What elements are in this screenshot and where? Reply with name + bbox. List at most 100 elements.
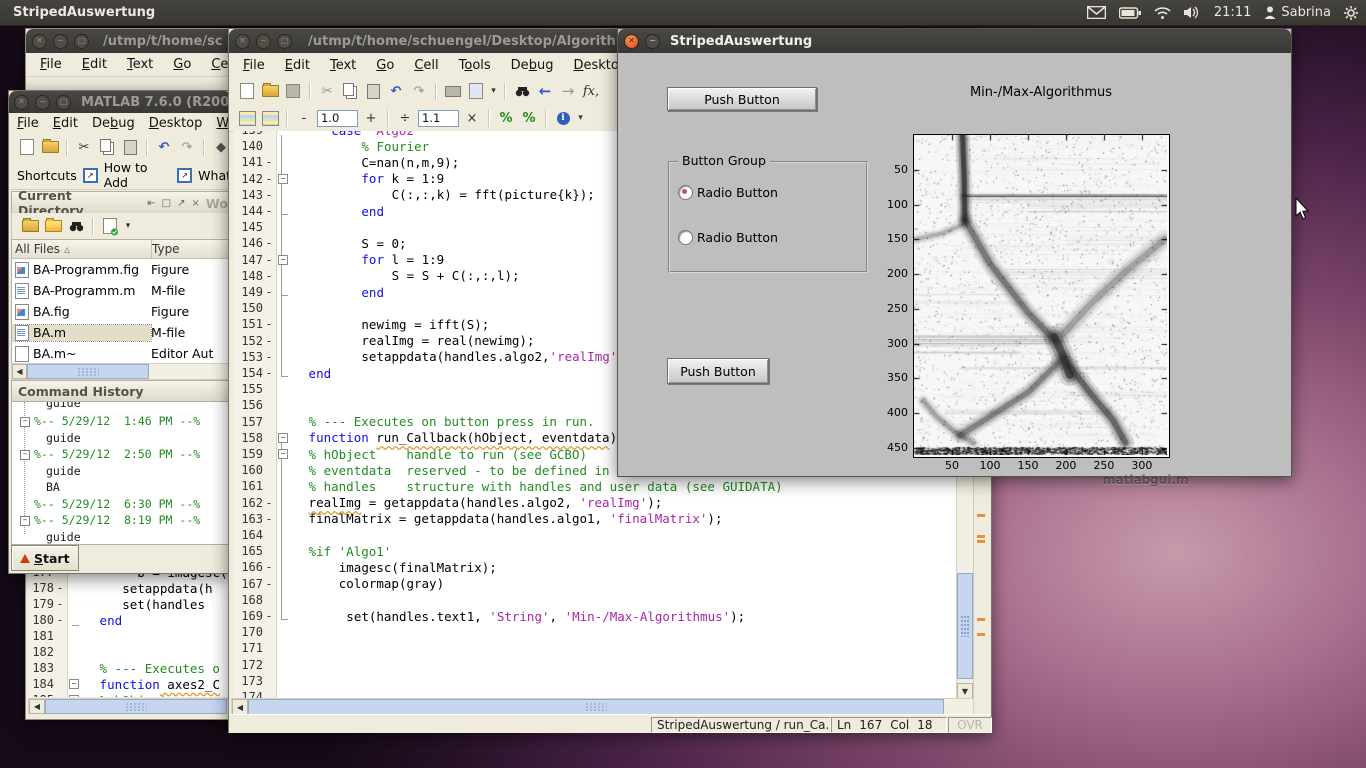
divide-icon[interactable]: ÷ <box>395 109 415 128</box>
paste-icon[interactable] <box>363 82 383 101</box>
scrollbar-thumb[interactable] <box>248 699 944 715</box>
fold-column[interactable] <box>275 657 293 673</box>
breakpoint-column[interactable]: - <box>54 597 66 611</box>
fold-minus-icon[interactable]: − <box>69 679 79 689</box>
go-back-icon[interactable]: ← <box>535 82 555 101</box>
decrease-icon[interactable]: - <box>294 109 314 128</box>
file-row-BA.m~[interactable]: BA.m~Editor Aut <box>12 343 228 364</box>
cell-value-field[interactable]: 1.0 <box>317 110 358 127</box>
open-file-icon[interactable] <box>260 82 280 101</box>
redo-icon[interactable]: ↷ <box>177 138 197 157</box>
radio-unselected-icon[interactable] <box>678 230 693 245</box>
maximize-pane-icon[interactable]: □ <box>162 198 171 209</box>
fold-minus-icon[interactable]: − <box>278 255 288 265</box>
breakpoint-column[interactable]: - <box>263 253 275 267</box>
menu-item-text[interactable]: Text <box>127 57 153 72</box>
desktop-icon-label[interactable]: matlabgui.m <box>1103 473 1188 487</box>
history-item[interactable]: %-- 5/29/12 8:19 PM --% <box>34 513 200 527</box>
fold-column[interactable] <box>66 660 84 676</box>
scrollbar-thumb[interactable] <box>957 573 973 679</box>
breakpoint-column[interactable]: - <box>263 560 275 574</box>
multiply-icon[interactable]: × <box>462 109 482 128</box>
lint-warning-marker[interactable] <box>977 540 985 543</box>
file-list-hscrollbar[interactable]: ◀ <box>11 363 229 380</box>
shortcut-icon[interactable]: ↗ <box>83 168 98 183</box>
menu-item-edit[interactable]: Edit <box>82 57 107 72</box>
history-item[interactable]: guide <box>46 431 81 445</box>
breakpoint-column[interactable]: - <box>54 581 66 595</box>
menu-item-debug[interactable]: Debug <box>92 116 135 131</box>
menu-item-edit[interactable]: Edit <box>53 116 78 131</box>
undo-icon[interactable]: ↶ <box>154 138 174 157</box>
close-icon[interactable]: ✕ <box>32 34 47 49</box>
close-icon[interactable]: ✕ <box>235 34 250 49</box>
breakpoint-column[interactable]: - <box>263 512 275 526</box>
breakpoint-column[interactable]: - <box>263 188 275 202</box>
fold-minus-icon[interactable]: − <box>278 449 288 459</box>
copy-icon[interactable] <box>97 138 117 157</box>
fold-column[interactable] <box>66 580 84 596</box>
menu-item-file[interactable]: File <box>40 57 62 72</box>
breakpoint-column[interactable]: - <box>263 609 275 623</box>
fold-column[interactable] <box>66 628 84 644</box>
minimize-icon[interactable]: − <box>35 95 50 110</box>
breakpoint-column[interactable]: - <box>263 317 275 331</box>
find-icon[interactable] <box>66 217 86 236</box>
whats-new-link[interactable]: What <box>198 168 231 183</box>
go-forward-icon[interactable]: → <box>558 82 578 101</box>
column-header-type[interactable]: Type <box>152 242 228 256</box>
print-icon[interactable] <box>443 82 463 101</box>
fold-column[interactable] <box>275 624 293 640</box>
radio-button-1[interactable]: Radio Button <box>678 185 778 200</box>
save-icon[interactable] <box>283 82 303 101</box>
scrollbar-thumb[interactable] <box>27 364 149 379</box>
breakpoint-column[interactable]: - <box>263 269 275 283</box>
column-header-name[interactable]: All Files ▵ <box>12 240 152 258</box>
breakpoint-column[interactable]: - <box>263 155 275 169</box>
push-button-1[interactable]: Push Button <box>667 87 817 111</box>
scroll-left-icon[interactable]: ◀ <box>232 699 248 715</box>
open-file-icon[interactable] <box>40 138 60 157</box>
file-row-BA.fig[interactable]: BA.figFigure <box>12 301 228 322</box>
command-history-list[interactable]: guide%-- 5/29/12 1:46 PM --%−guide%-- 5/… <box>11 401 229 545</box>
info-icon[interactable]: i <box>553 109 573 128</box>
fold-column[interactable] <box>66 596 84 612</box>
file-row-BA-Programm.fig[interactable]: BA-Programm.figFigure <box>12 259 228 280</box>
new-file-icon[interactable] <box>237 82 257 101</box>
new-folder-icon[interactable] <box>43 217 63 236</box>
volume-icon[interactable] <box>1184 6 1201 19</box>
fold-column[interactable] <box>275 673 293 689</box>
history-item[interactable]: BA <box>46 480 60 494</box>
fold-column[interactable] <box>275 689 293 698</box>
breakpoint-column[interactable]: - <box>263 350 275 364</box>
current-directory-header[interactable]: Current Directory ⇤ □ ↗ × Wor <box>11 191 235 215</box>
fold-column[interactable]: − <box>66 692 84 697</box>
close-icon[interactable]: ✕ <box>624 34 639 49</box>
undock-icon[interactable]: ↗ <box>177 198 185 209</box>
new-file-icon[interactable] <box>17 138 37 157</box>
menu-item-desktop[interactable]: Desktop <box>149 116 203 131</box>
close-icon[interactable]: ✕ <box>14 95 29 110</box>
fold-minus-icon[interactable]: − <box>278 433 288 443</box>
cut-icon[interactable]: ✂ <box>317 82 337 101</box>
function-browser-icon[interactable]: fx, <box>581 82 601 101</box>
menu-item-edit[interactable]: Edit <box>285 58 310 73</box>
history-item[interactable]: guide <box>46 464 81 478</box>
history-item[interactable]: %-- 5/29/12 1:46 PM --% <box>34 414 200 428</box>
maximize-icon[interactable]: □ <box>56 95 71 110</box>
close-pane-icon[interactable]: × <box>192 198 200 209</box>
insert-cell-below-icon[interactable] <box>260 109 280 128</box>
tree-collapse-icon[interactable]: − <box>20 516 30 526</box>
history-item[interactable]: %-- 5/29/12 2:50 PM --% <box>34 447 200 461</box>
menu-item-file[interactable]: File <box>17 116 39 131</box>
fold-column[interactable] <box>66 644 84 660</box>
tree-collapse-icon[interactable]: − <box>20 450 30 460</box>
up-folder-icon[interactable] <box>20 217 40 236</box>
command-history-header[interactable]: Command History <box>11 380 235 403</box>
maximize-icon[interactable]: □ <box>74 34 89 49</box>
dock-left-icon[interactable]: ⇤ <box>147 198 155 209</box>
menu-item-tools[interactable]: Tools <box>459 58 491 73</box>
breakpoint-column[interactable]: - <box>54 613 66 627</box>
uncomment-icon[interactable]: % <box>519 109 539 128</box>
tree-collapse-icon[interactable]: − <box>20 417 30 427</box>
